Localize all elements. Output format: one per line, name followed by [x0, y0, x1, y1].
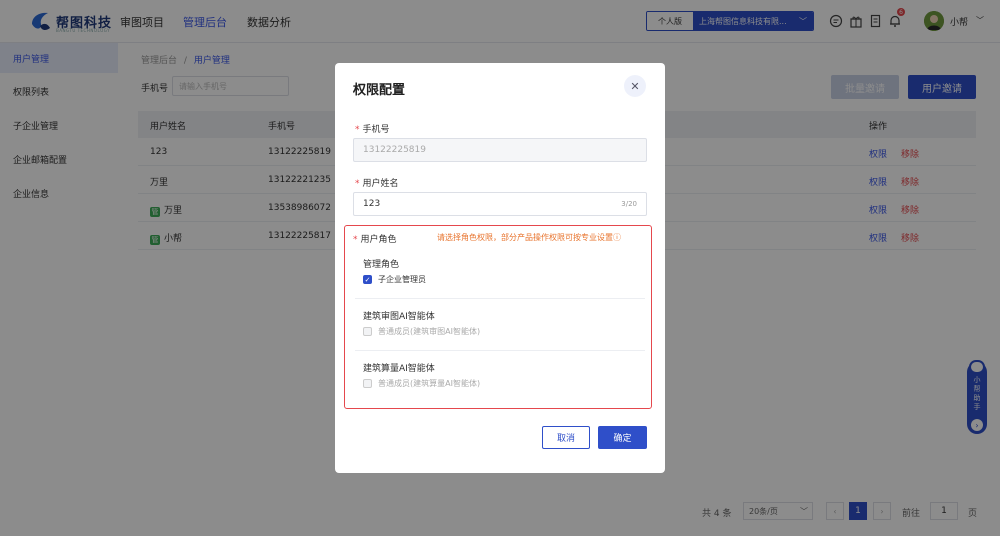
role-field-label: * 用户角色: [353, 232, 397, 245]
dialog-title: 权限配置: [353, 83, 406, 98]
name-field-value: 123: [363, 199, 381, 209]
name-field-label-text: 用户姓名: [362, 179, 399, 189]
name-field[interactable]: 123 3/20: [353, 192, 647, 216]
required-mark: *: [353, 235, 358, 245]
phone-field: 13122225819: [353, 138, 647, 162]
required-mark: *: [355, 125, 360, 135]
checkbox-disabled-icon: [363, 327, 372, 336]
role-option-review-member: 普通成员(建筑审图AI智能体): [363, 326, 480, 337]
role-field-label-text: 用户角色: [360, 235, 397, 245]
role-option-sub-admin[interactable]: ✓ 子企业管理员: [363, 274, 426, 285]
role-option-label: 子企业管理员: [378, 275, 426, 284]
checkbox-checked-icon[interactable]: ✓: [363, 275, 372, 284]
role-section: * 用户角色 请选择角色权限，部分产品操作权限可按专业设置ⓘ 管理角色 ✓ 子企业…: [344, 225, 652, 409]
close-icon[interactable]: ✕: [624, 75, 646, 97]
phone-field-label: * 手机号: [355, 122, 390, 135]
role-option-label: 普通成员(建筑审图AI智能体): [378, 327, 481, 336]
confirm-button[interactable]: 确定: [598, 426, 647, 449]
phone-field-label-text: 手机号: [362, 125, 390, 135]
name-field-label: * 用户姓名: [355, 176, 399, 189]
role-group-title: 管理角色: [363, 260, 400, 270]
role-group-title: 建筑审图AI智能体: [363, 312, 435, 322]
char-counter: 3/20: [621, 200, 637, 208]
divider: [355, 350, 645, 351]
divider: [355, 298, 645, 299]
cancel-button[interactable]: 取消: [542, 426, 590, 449]
role-hint: 请选择角色权限，部分产品操作权限可按专业设置ⓘ: [437, 233, 621, 242]
checkbox-disabled-icon: [363, 379, 372, 388]
role-group-title: 建筑算量AI智能体: [363, 364, 435, 374]
permission-config-dialog: 权限配置 ✕ * 手机号 13122225819 * 用户姓名 123 3/20 *…: [335, 63, 665, 473]
role-option-quantity-member: 普通成员(建筑算量AI智能体): [363, 378, 480, 389]
required-mark: *: [355, 179, 360, 189]
role-option-label: 普通成员(建筑算量AI智能体): [378, 379, 481, 388]
